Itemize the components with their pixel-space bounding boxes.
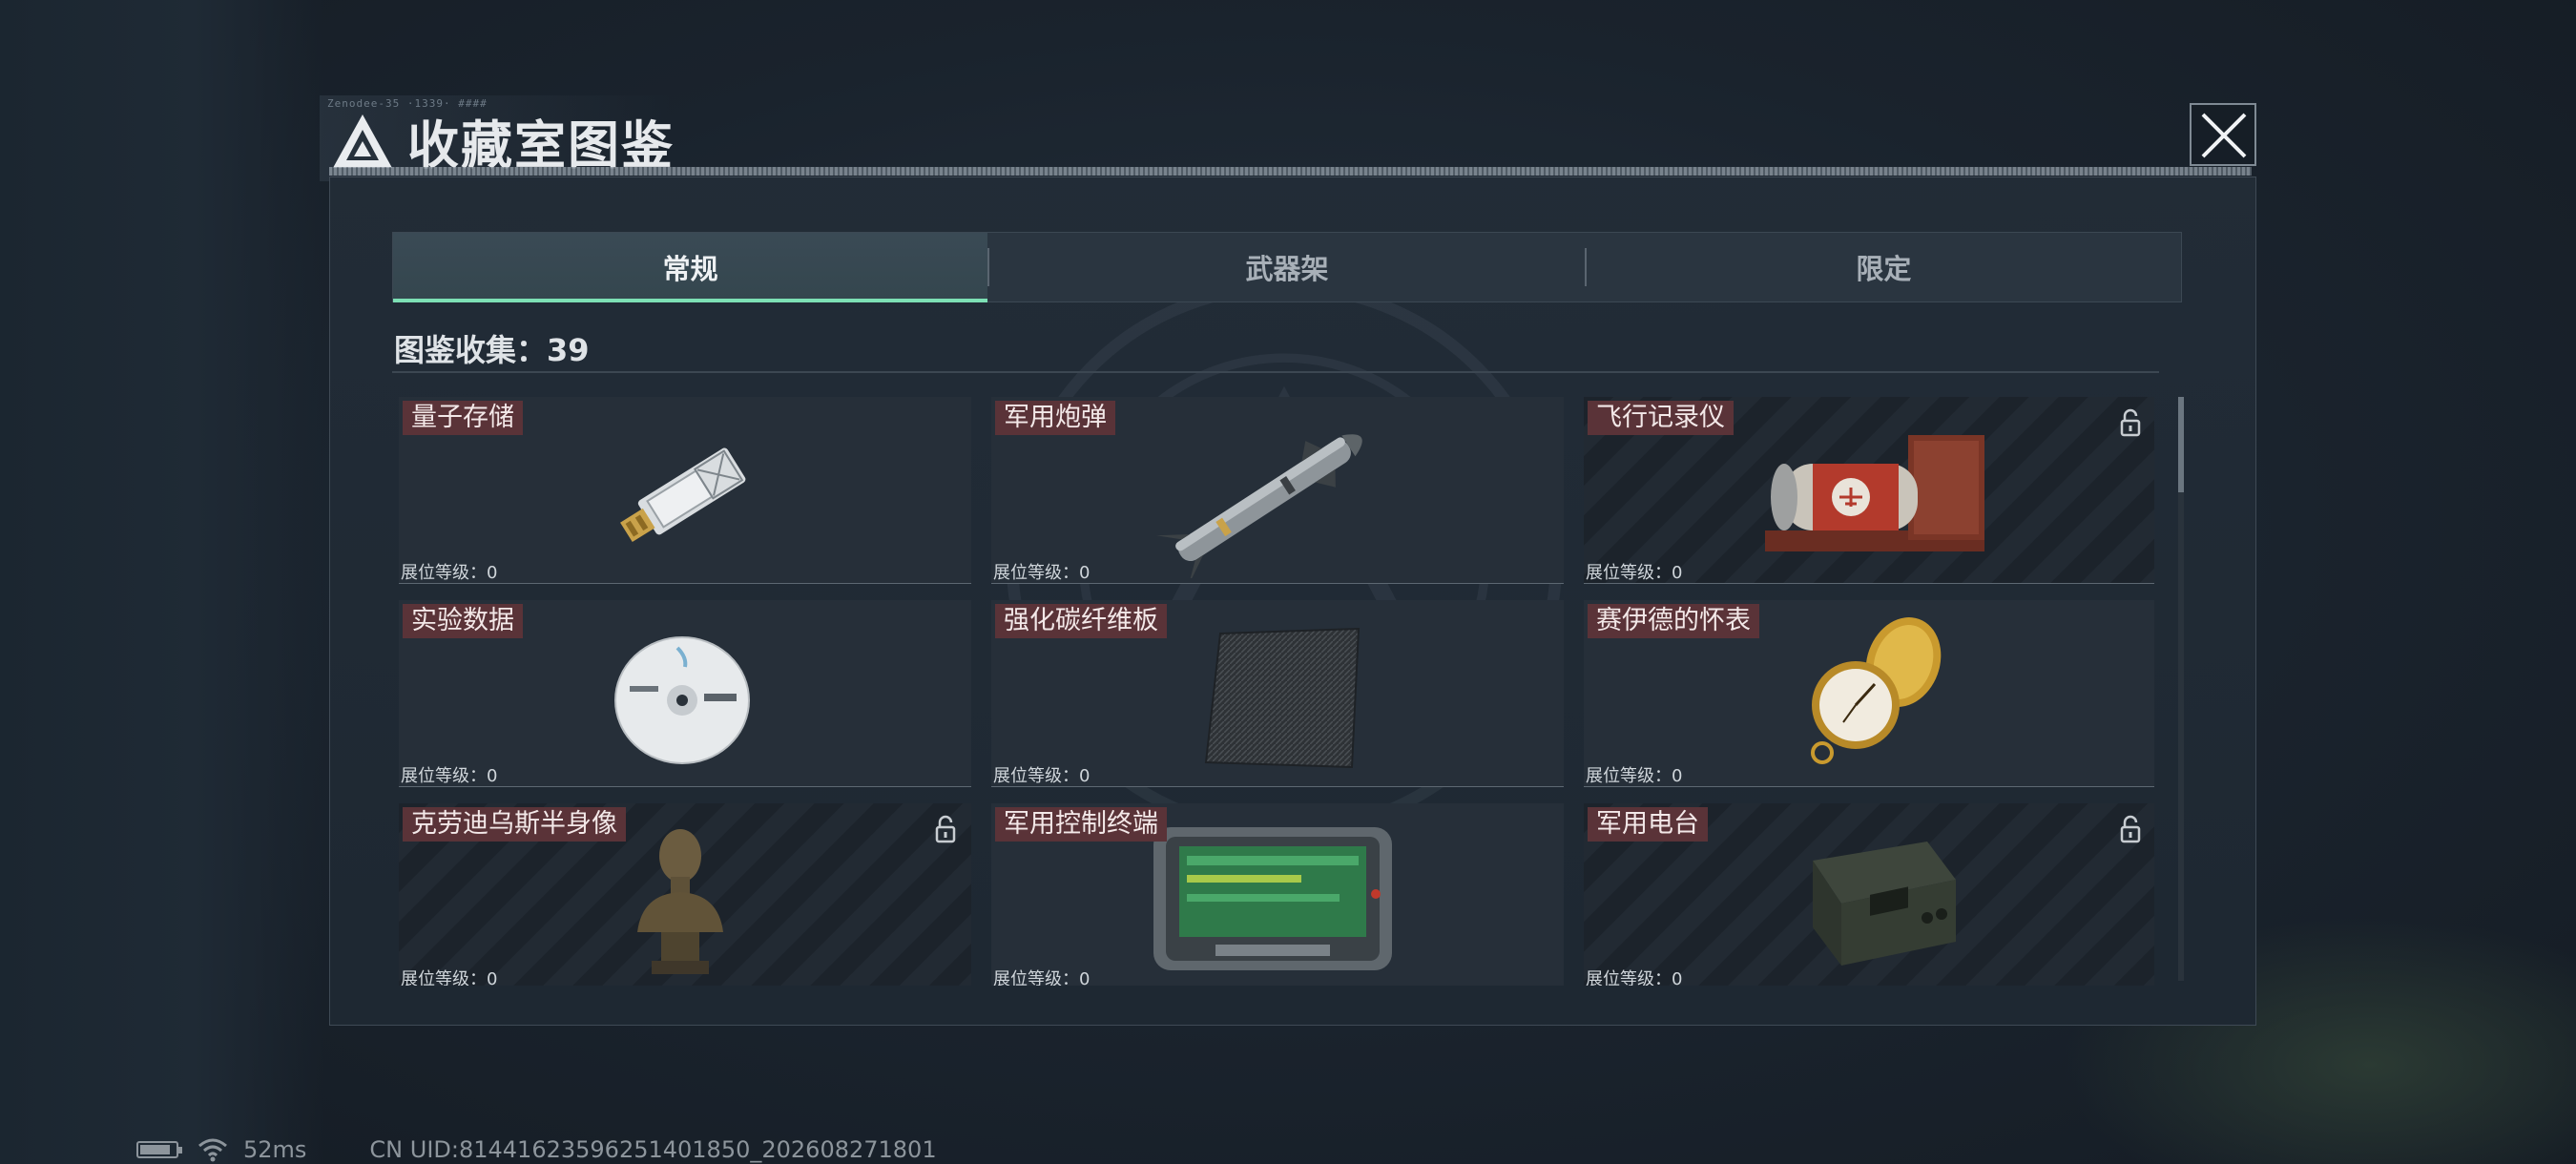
lock-icon xyxy=(2120,815,2141,843)
close-icon xyxy=(2201,113,2247,158)
card-underline xyxy=(1584,583,2154,584)
status-bar: 52ms CN UID:81441623596251401850_2026082… xyxy=(136,1135,937,1164)
ping-text: 52ms xyxy=(243,1136,307,1163)
battery-icon xyxy=(136,1141,182,1158)
item-name-label: 军用炮弹 xyxy=(995,401,1115,435)
display-level-label: 展位等级：0 xyxy=(993,969,1091,986)
collection-card-military-shell[interactable]: 军用炮弹 展位等级：0 xyxy=(991,397,1564,584)
card-underline xyxy=(1584,786,2154,787)
background-left-blur xyxy=(0,0,324,1164)
delta-logo-icon xyxy=(333,114,392,168)
military-radio-icon xyxy=(1813,842,1956,966)
missile-icon xyxy=(1156,434,1362,578)
flight-recorder-icon xyxy=(1765,435,1984,551)
carbon-plate-icon xyxy=(1204,627,1361,769)
tab-weapon-rack[interactable]: 武器架 xyxy=(989,233,1584,301)
collection-card-flight-recorder[interactable]: 飞行记录仪 展位等级：0 xyxy=(1584,397,2154,584)
display-level-label: 展位等级：0 xyxy=(993,766,1091,786)
lock-icon xyxy=(2120,408,2141,437)
item-name-label: 强化碳纤维板 xyxy=(995,604,1167,638)
usb-drive-icon xyxy=(620,447,746,543)
collection-card-carbon-plate[interactable]: 强化碳纤维板 展位等级：0 xyxy=(991,600,1564,787)
collection-card-control-terminal[interactable]: 军用控制终端 展位等级：0 xyxy=(991,803,1564,986)
scrollbar-thumb[interactable] xyxy=(2178,397,2184,492)
disc-icon xyxy=(614,636,750,764)
uid-text: CN UID:81441623596251401850_202608271801 xyxy=(369,1136,937,1163)
control-terminal-icon xyxy=(1153,827,1392,970)
pocket-watch-icon xyxy=(1811,617,1942,764)
header-divider xyxy=(329,167,2252,176)
item-name-label: 赛伊德的怀表 xyxy=(1588,604,1759,638)
item-name-label: 飞行记录仪 xyxy=(1588,401,1734,435)
wifi-icon xyxy=(198,1138,227,1162)
item-grid: 量子存储 展位等级：0 军用炮弹 展位等级：0 飞行记录仪 展位等级：0 实验数… xyxy=(399,397,2154,986)
tab-limited[interactable]: 限定 xyxy=(1587,233,2181,301)
close-button[interactable] xyxy=(2190,103,2256,166)
display-level-label: 展位等级：0 xyxy=(401,563,498,583)
tab-regular[interactable]: 常规 xyxy=(393,233,988,302)
category-tabs: 常规 武器架 限定 xyxy=(392,232,2182,302)
collection-divider xyxy=(392,371,2159,373)
collection-card-claudius-bust[interactable]: 克劳迪乌斯半身像 展位等级：0 xyxy=(399,803,971,986)
card-underline xyxy=(399,583,971,584)
item-name-label: 量子存储 xyxy=(403,401,523,435)
collection-card-quantum-storage[interactable]: 量子存储 展位等级：0 xyxy=(399,397,971,584)
collection-card-experiment-data[interactable]: 实验数据 展位等级：0 xyxy=(399,600,971,787)
display-level-label: 展位等级：0 xyxy=(1586,766,1683,786)
display-level-label: 展位等级：0 xyxy=(401,766,498,786)
item-name-label: 克劳迪乌斯半身像 xyxy=(403,807,626,842)
display-level-label: 展位等级：0 xyxy=(1586,969,1683,986)
card-underline xyxy=(399,786,971,787)
display-level-label: 展位等级：0 xyxy=(993,563,1091,583)
grid-scrollbar[interactable] xyxy=(2178,397,2184,981)
card-underline xyxy=(991,786,1564,787)
display-level-label: 展位等级：0 xyxy=(401,969,498,986)
battery-level-fill xyxy=(140,1145,170,1154)
bust-statue-icon xyxy=(637,829,723,974)
collection-panel: 常规 武器架 限定 图鉴收集：39 量子存储 展位等级：0 军用炮弹 展位等级：… xyxy=(329,177,2256,1026)
collection-card-military-radio[interactable]: 军用电台 展位等级：0 xyxy=(1584,803,2154,986)
item-name-label: 实验数据 xyxy=(403,604,523,638)
item-name-label: 军用控制终端 xyxy=(995,807,1167,842)
display-level-label: 展位等级：0 xyxy=(1586,563,1683,583)
card-underline xyxy=(991,583,1564,584)
item-name-label: 军用电台 xyxy=(1588,807,1708,842)
collection-card-pocket-watch[interactable]: 赛伊德的怀表 展位等级：0 xyxy=(1584,600,2154,787)
collection-count: 图鉴收集：39 xyxy=(394,332,590,368)
lock-icon xyxy=(935,815,956,843)
